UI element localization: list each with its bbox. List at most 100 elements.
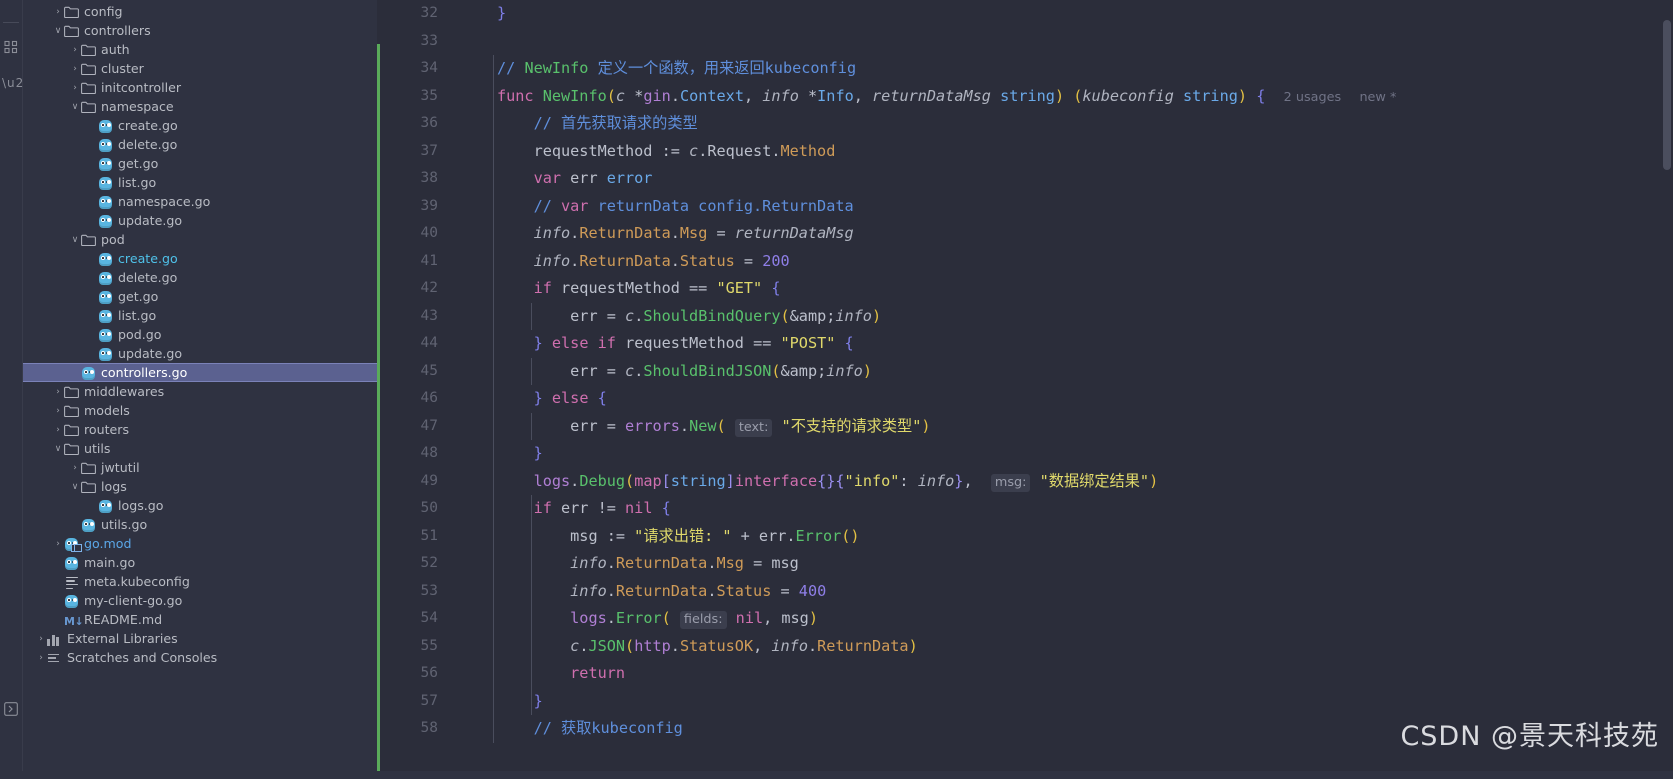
code-line[interactable]: // NewInfo 定义一个函数，用来返回kubeconfig — [459, 55, 1673, 83]
chevron-right-icon[interactable]: › — [35, 633, 47, 645]
tree-item[interactable]: › create.go — [23, 249, 377, 268]
chevron-right-icon[interactable]: › — [52, 595, 64, 607]
chevron-down-icon[interactable]: ∨ — [69, 234, 81, 246]
tree-item[interactable]: › go.mod — [23, 534, 377, 553]
chevron-right-icon[interactable]: › — [86, 196, 98, 208]
tree-item[interactable]: › auth — [23, 40, 377, 59]
chevron-right-icon[interactable]: › — [69, 519, 81, 531]
chevron-right-icon[interactable]: › — [86, 329, 98, 341]
code-line[interactable]: info.ReturnData.Msg = msg — [459, 550, 1673, 578]
chevron-right-icon[interactable]: › — [86, 348, 98, 360]
tree-item[interactable]: › utils.go — [23, 515, 377, 534]
tree-item[interactable]: › External Libraries — [23, 629, 377, 648]
tree-item[interactable]: › jwtutil — [23, 458, 377, 477]
code-line[interactable]: if requestMethod == "GET" { — [459, 275, 1673, 303]
chevron-right-icon[interactable]: › — [69, 63, 81, 75]
tree-item[interactable]: ∨ logs — [23, 477, 377, 496]
chevron-right-icon[interactable]: › — [52, 405, 64, 417]
chevron-down-icon[interactable]: ∨ — [69, 481, 81, 493]
code-line[interactable]: } — [459, 440, 1673, 468]
code-line[interactable]: // var returnData config.ReturnData — [459, 193, 1673, 221]
code-line[interactable]: c.JSON(http.StatusOK, info.ReturnData) — [459, 633, 1673, 661]
project-tree-panel[interactable]: › config ∨ controllers › auth › cluster › initcon… — [23, 0, 377, 779]
chevron-right-icon[interactable]: › — [52, 386, 64, 398]
code-line[interactable]: // 首先获取请求的类型 — [459, 110, 1673, 138]
tree-item[interactable]: › models — [23, 401, 377, 420]
chevron-down-icon[interactable]: ∨ — [69, 101, 81, 113]
editor-gutter[interactable]: 32 33 34 35 36 37 38 39 40 41 42 43 44 45 46 47 48 49 50 51… — [377, 0, 455, 779]
code-line[interactable]: } else { — [459, 385, 1673, 413]
tree-item[interactable]: › meta.kubeconfig — [23, 572, 377, 591]
tree-item[interactable]: › update.go — [23, 211, 377, 230]
tree-item[interactable]: › namespace.go — [23, 192, 377, 211]
code-content[interactable]: } // NewInfo 定义一个函数，用来返回kubeconfig func Ne… — [455, 0, 1673, 779]
code-line[interactable]: func NewInfo(c *gin.Context, info *Info,… — [459, 83, 1673, 111]
chevron-down-icon[interactable]: ∨ — [52, 443, 64, 455]
chevron-right-icon[interactable]: › — [86, 139, 98, 151]
tree-item[interactable]: ∨ utils — [23, 439, 377, 458]
tree-item[interactable]: › main.go — [23, 553, 377, 572]
chevron-right-icon[interactable]: › — [86, 120, 98, 132]
tree-item[interactable]: › config — [23, 2, 377, 21]
tree-item[interactable]: ∨ controllers — [23, 21, 377, 40]
expand-tool-window-icon[interactable] — [2, 700, 20, 718]
tree-item[interactable]: › initcontroller — [23, 78, 377, 97]
code-line[interactable]: var err error — [459, 165, 1673, 193]
editor-scrollbar[interactable] — [1660, 0, 1673, 779]
chevron-right-icon[interactable]: › — [86, 215, 98, 227]
chevron-right-icon[interactable]: › — [52, 424, 64, 436]
tree-item[interactable]: › get.go — [23, 287, 377, 306]
code-line[interactable]: return — [459, 660, 1673, 688]
code-line[interactable]: logs.Debug(map[string]interface{}{"info"… — [459, 468, 1673, 496]
chevron-right-icon[interactable]: › — [69, 82, 81, 94]
chevron-right-icon[interactable]: › — [52, 6, 64, 18]
code-line[interactable]: info.ReturnData.Status = 200 — [459, 248, 1673, 276]
chevron-right-icon[interactable]: › — [86, 500, 98, 512]
tree-item[interactable]: › delete.go — [23, 135, 377, 154]
code-line[interactable]: } else if requestMethod == "POST" { — [459, 330, 1673, 358]
tree-item[interactable]: › update.go — [23, 344, 377, 363]
tree-item[interactable]: ∨ namespace — [23, 97, 377, 116]
tree-item[interactable]: › create.go — [23, 116, 377, 135]
chevron-right-icon[interactable]: › — [86, 291, 98, 303]
tree-item[interactable]: › my-client-go.go — [23, 591, 377, 610]
tree-item[interactable]: ›M↓README.md — [23, 610, 377, 629]
chevron-right-icon[interactable]: › — [35, 652, 47, 664]
code-line[interactable]: err = c.ShouldBindQuery(&amp;info) — [459, 303, 1673, 331]
tree-item[interactable]: › list.go — [23, 173, 377, 192]
code-line[interactable] — [459, 28, 1673, 56]
tree-item[interactable]: › logs.go — [23, 496, 377, 515]
code-line[interactable]: err = errors.New( text: "不支持的请求类型") — [459, 413, 1673, 441]
code-line[interactable]: err = c.ShouldBindJSON(&amp;info) — [459, 358, 1673, 386]
chevron-right-icon[interactable]: › — [86, 158, 98, 170]
tree-item[interactable]: › get.go — [23, 154, 377, 173]
vcs-change-marker[interactable] — [377, 44, 380, 779]
code-line[interactable]: msg := "请求出错: " + err.Error() — [459, 523, 1673, 551]
code-line[interactable]: logs.Error( fields: nil, msg) — [459, 605, 1673, 633]
chevron-down-icon[interactable]: ∨ — [52, 25, 64, 37]
code-line[interactable]: info.ReturnData.Msg = returnDataMsg — [459, 220, 1673, 248]
tree-item[interactable]: › cluster — [23, 59, 377, 78]
more-options-icon[interactable]: \u2022\u2022 — [2, 74, 97, 92]
tree-item[interactable]: › Scratches and Consoles — [23, 648, 377, 667]
code-line[interactable]: if err != nil { — [459, 495, 1673, 523]
chevron-right-icon[interactable]: › — [69, 44, 81, 56]
chevron-right-icon[interactable]: › — [86, 177, 98, 189]
code-line[interactable]: requestMethod := c.Request.Method — [459, 138, 1673, 166]
chevron-right-icon[interactable]: › — [86, 272, 98, 284]
tree-item[interactable]: › delete.go — [23, 268, 377, 287]
chevron-right-icon[interactable]: › — [69, 462, 81, 474]
structure-icon[interactable] — [2, 38, 20, 56]
tree-item[interactable]: › list.go — [23, 306, 377, 325]
chevron-right-icon[interactable]: › — [52, 576, 64, 588]
code-line[interactable]: info.ReturnData.Status = 400 — [459, 578, 1673, 606]
chevron-right-icon[interactable]: › — [52, 614, 64, 626]
left-tool-strip[interactable]: \u2022\u2022 — [0, 0, 97, 779]
tree-item[interactable]: › routers — [23, 420, 377, 439]
scrollbar-thumb[interactable] — [1663, 20, 1671, 170]
tree-item[interactable]: › middlewares — [23, 382, 377, 401]
tree-item-selected[interactable]: › controllers.go — [23, 363, 377, 382]
tree-item[interactable]: › pod.go — [23, 325, 377, 344]
chevron-right-icon[interactable]: › — [52, 538, 64, 550]
code-editor[interactable]: 32 33 34 35 36 37 38 39 40 41 42 43 44 45 46 47 48 49 50 51… — [377, 0, 1673, 779]
